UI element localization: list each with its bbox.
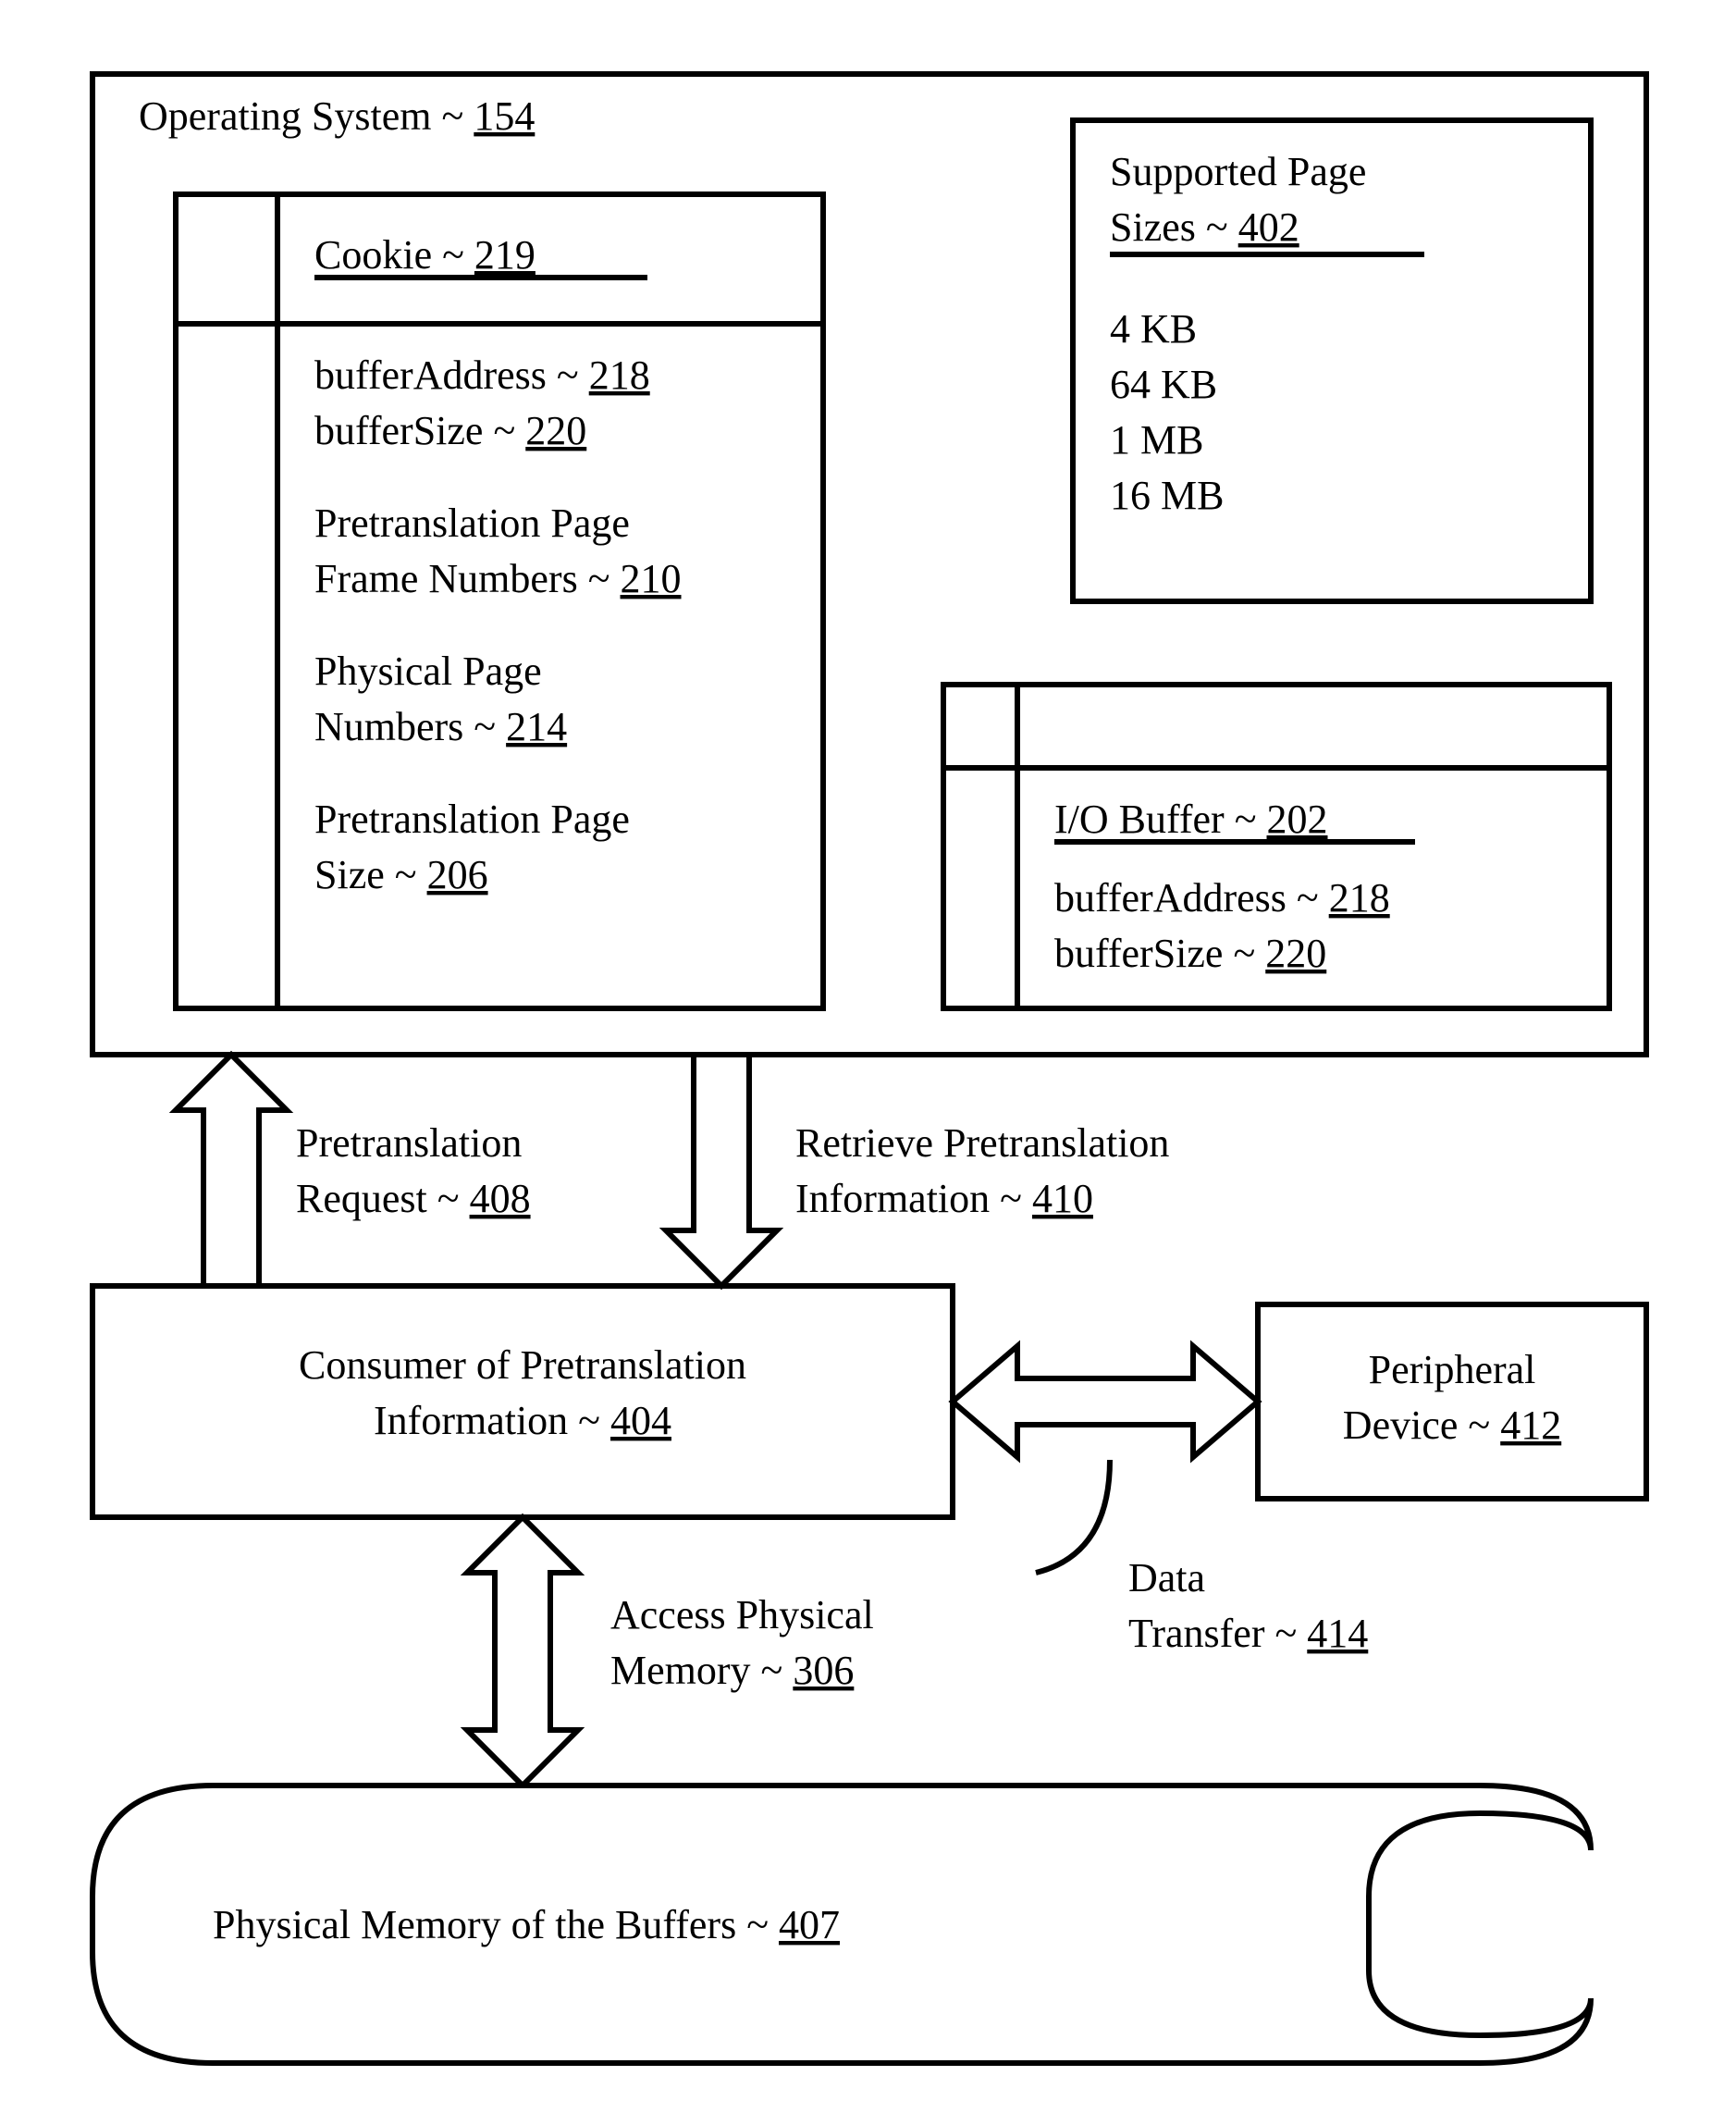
cookie-title: Cookie ~ 219 [314,232,536,278]
physmem-shape: Physical Memory of the Buffers ~ 407 [92,1786,1591,2063]
retr-line2: Information ~ 410 [795,1176,1093,1221]
transfer-line2: Transfer ~ 414 [1128,1611,1368,1656]
iobuffer-title: I/O Buffer ~ 202 [1054,797,1328,842]
pagesizes-box: Supported Page Sizes ~ 402 4 KB 64 KB 1 … [1073,120,1591,601]
cookie-item-6: Pretranslation Page [314,797,630,842]
peripheral-line1: Peripheral [1369,1347,1536,1392]
pagesize-2: 1 MB [1110,417,1203,463]
peripheral-line2: Device ~ 412 [1343,1402,1561,1448]
cookie-item-0: bufferAddress ~ 218 [314,352,650,398]
cookie-item-4: Physical Page [314,649,542,694]
pagesizes-title2: Sizes ~ 402 [1110,204,1299,250]
access-line1: Access Physical [610,1592,874,1637]
pagesize-0: 4 KB [1110,306,1197,352]
iobuffer-item-0: bufferAddress ~ 218 [1054,875,1390,921]
cookie-item-2: Pretranslation Page [314,500,630,546]
cookie-item-7: Size ~ 206 [314,852,488,897]
os-label: Operating System ~ 154 [139,93,535,139]
cookie-item-1: bufferSize ~ 220 [314,408,586,453]
consumer-line2: Information ~ 404 [374,1398,671,1443]
consumer-box: Consumer of Pretranslation Information ~… [92,1286,953,1517]
arrow-access-memory: Access Physical Memory ~ 306 [467,1517,874,1786]
req-line1: Pretranslation [296,1120,522,1166]
req-line2: Request ~ 408 [296,1176,531,1221]
iobuffer-box: I/O Buffer ~ 202 bufferAddress ~ 218 buf… [943,685,1609,1008]
arrow-request: Pretranslation Request ~ 408 [176,1055,531,1286]
pagesize-3: 16 MB [1110,473,1224,518]
physmem-label: Physical Memory of the Buffers ~ 407 [213,1902,840,1947]
cookie-item-5: Numbers ~ 214 [314,704,567,749]
pagesizes-title1: Supported Page [1110,149,1366,194]
cookie-item-3: Frame Numbers ~ 210 [314,556,682,601]
iobuffer-item-1: bufferSize ~ 220 [1054,931,1326,976]
retr-line1: Retrieve Pretranslation [795,1120,1169,1166]
consumer-line1: Consumer of Pretranslation [299,1342,746,1388]
cookie-box: Cookie ~ 219 bufferAddress ~ 218 bufferS… [176,194,823,1008]
arrow-retrieve: Retrieve Pretranslation Information ~ 41… [666,1055,1169,1286]
transfer-line1: Data [1128,1555,1205,1600]
peripheral-box: Peripheral Device ~ 412 [1258,1304,1646,1499]
access-line2: Memory ~ 306 [610,1648,854,1693]
pagesize-1: 64 KB [1110,362,1217,407]
